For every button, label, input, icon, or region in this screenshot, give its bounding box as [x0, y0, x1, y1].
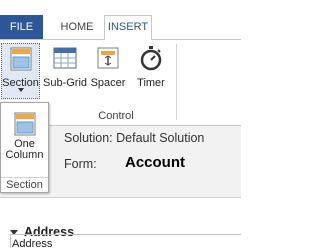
- subgrid-button[interactable]: Sub-Grid: [43, 43, 88, 101]
- chevron-down-icon[interactable]: [18, 88, 24, 92]
- section-field-label: Address: [12, 238, 53, 248]
- ribbon-tab-strip: FILE HOME INSERT: [0, 0, 241, 40]
- spacer-button-label: Spacer: [90, 77, 126, 89]
- timer-button[interactable]: Timer: [132, 43, 170, 101]
- solution-label: Solution: Default Solution: [64, 131, 205, 145]
- spacer-button[interactable]: Spacer: [89, 43, 127, 101]
- tab-file[interactable]: FILE: [0, 15, 43, 40]
- section-group-label: Section: [6, 179, 43, 191]
- subgrid-icon: [52, 45, 78, 71]
- timer-button-label: Timer: [137, 77, 165, 89]
- tab-insert[interactable]: INSERT: [104, 15, 152, 40]
- form-name: Account: [125, 154, 185, 171]
- tab-home[interactable]: HOME: [50, 15, 104, 39]
- section-dropdown-menu: One Column Section: [0, 102, 49, 193]
- one-column-icon: [14, 112, 36, 136]
- form-label: Form:: [64, 157, 97, 171]
- section-icon: [8, 46, 34, 72]
- one-column-section-button[interactable]: One Column: [4, 107, 45, 173]
- one-column-label-line2: Column: [5, 149, 44, 161]
- group-divider: [176, 44, 177, 120]
- stopwatch-icon: [138, 45, 164, 71]
- flyout-divider: [1, 177, 48, 178]
- control-group-label: Control: [98, 110, 134, 122]
- section-button[interactable]: Section: [1, 43, 40, 99]
- spacer-icon: [95, 45, 121, 71]
- subgrid-button-label: Sub-Grid: [43, 77, 88, 89]
